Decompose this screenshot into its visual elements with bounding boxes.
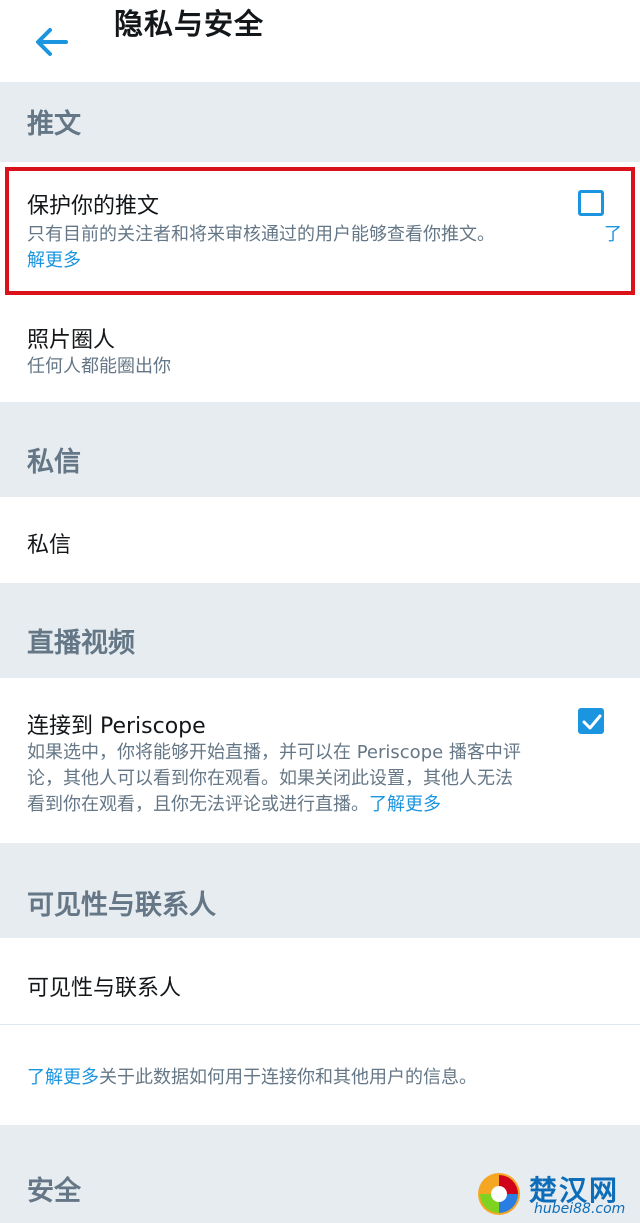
watermark-logo: 楚汉网 hubei88.com — [474, 1169, 634, 1219]
setting-photo-tagging[interactable]: 照片圈人 任何人都能圈出你 — [0, 298, 640, 402]
section-header-tweets: 推文 — [0, 82, 640, 162]
setting-periscope[interactable]: 连接到 Periscope 如果选中，你将能够开始直播，并可以在 Perisco… — [0, 678, 640, 843]
periscope-desc: 如果选中，你将能够开始直播，并可以在 Periscope 播客中评 论，其他人可… — [27, 742, 521, 815]
top-app-bar: 隐私与安全 — [0, 0, 640, 82]
arrow-left-icon[interactable] — [30, 20, 74, 64]
visibility-learn-more-link[interactable]: 了解更多 — [27, 1067, 99, 1088]
visibility-info: 了解更多关于此数据如何用于连接你和其他用户的信息。 — [0, 1025, 640, 1125]
watermark-emblem-icon — [478, 1173, 520, 1215]
photo-tagging-sub: 任何人都能圈出你 — [27, 356, 171, 377]
section-title-security: 安全 — [27, 1176, 81, 1207]
periscope-title: 连接到 Periscope — [27, 714, 206, 739]
learn-more-link[interactable]: 了 — [604, 222, 622, 248]
section-header-dm: 私信 — [0, 402, 640, 497]
visibility-contacts-title: 可见性与联系人 — [27, 976, 182, 1001]
section-title-dm: 私信 — [27, 447, 81, 478]
protect-tweets-title: 保护你的推文 — [27, 194, 160, 219]
periscope-learn-more-link[interactable]: 了解更多 — [369, 794, 441, 815]
protect-tweets-checkbox[interactable] — [578, 190, 604, 216]
section-header-live: 直播视频 — [0, 583, 640, 678]
protect-tweets-desc: 只有目前的关注者和将来审核通过的用户能够查看你推文。了 解更多 — [27, 222, 622, 271]
watermark-domain: hubei88.com — [534, 1201, 626, 1217]
section-title-visibility: 可见性与联系人 — [27, 890, 216, 921]
direct-messages-title: 私信 — [27, 533, 72, 558]
learn-more-link-cont[interactable]: 解更多 — [27, 250, 81, 271]
setting-visibility-contacts[interactable]: 可见性与联系人 — [0, 938, 640, 1024]
checkmark-icon — [582, 714, 602, 730]
section-title-tweets: 推文 — [27, 109, 81, 140]
page-title: 隐私与安全 — [114, 7, 265, 41]
section-title-live: 直播视频 — [27, 628, 135, 659]
setting-protect-tweets[interactable]: 保护你的推文 只有目前的关注者和将来审核通过的用户能够查看你推文。了 解更多 — [0, 162, 640, 298]
section-header-visibility: 可见性与联系人 — [0, 843, 640, 938]
visibility-info-text: 了解更多关于此数据如何用于连接你和其他用户的信息。 — [27, 1067, 477, 1088]
periscope-checkbox[interactable] — [578, 708, 604, 734]
photo-tagging-title: 照片圈人 — [27, 328, 116, 353]
setting-direct-messages[interactable]: 私信 — [0, 497, 640, 583]
